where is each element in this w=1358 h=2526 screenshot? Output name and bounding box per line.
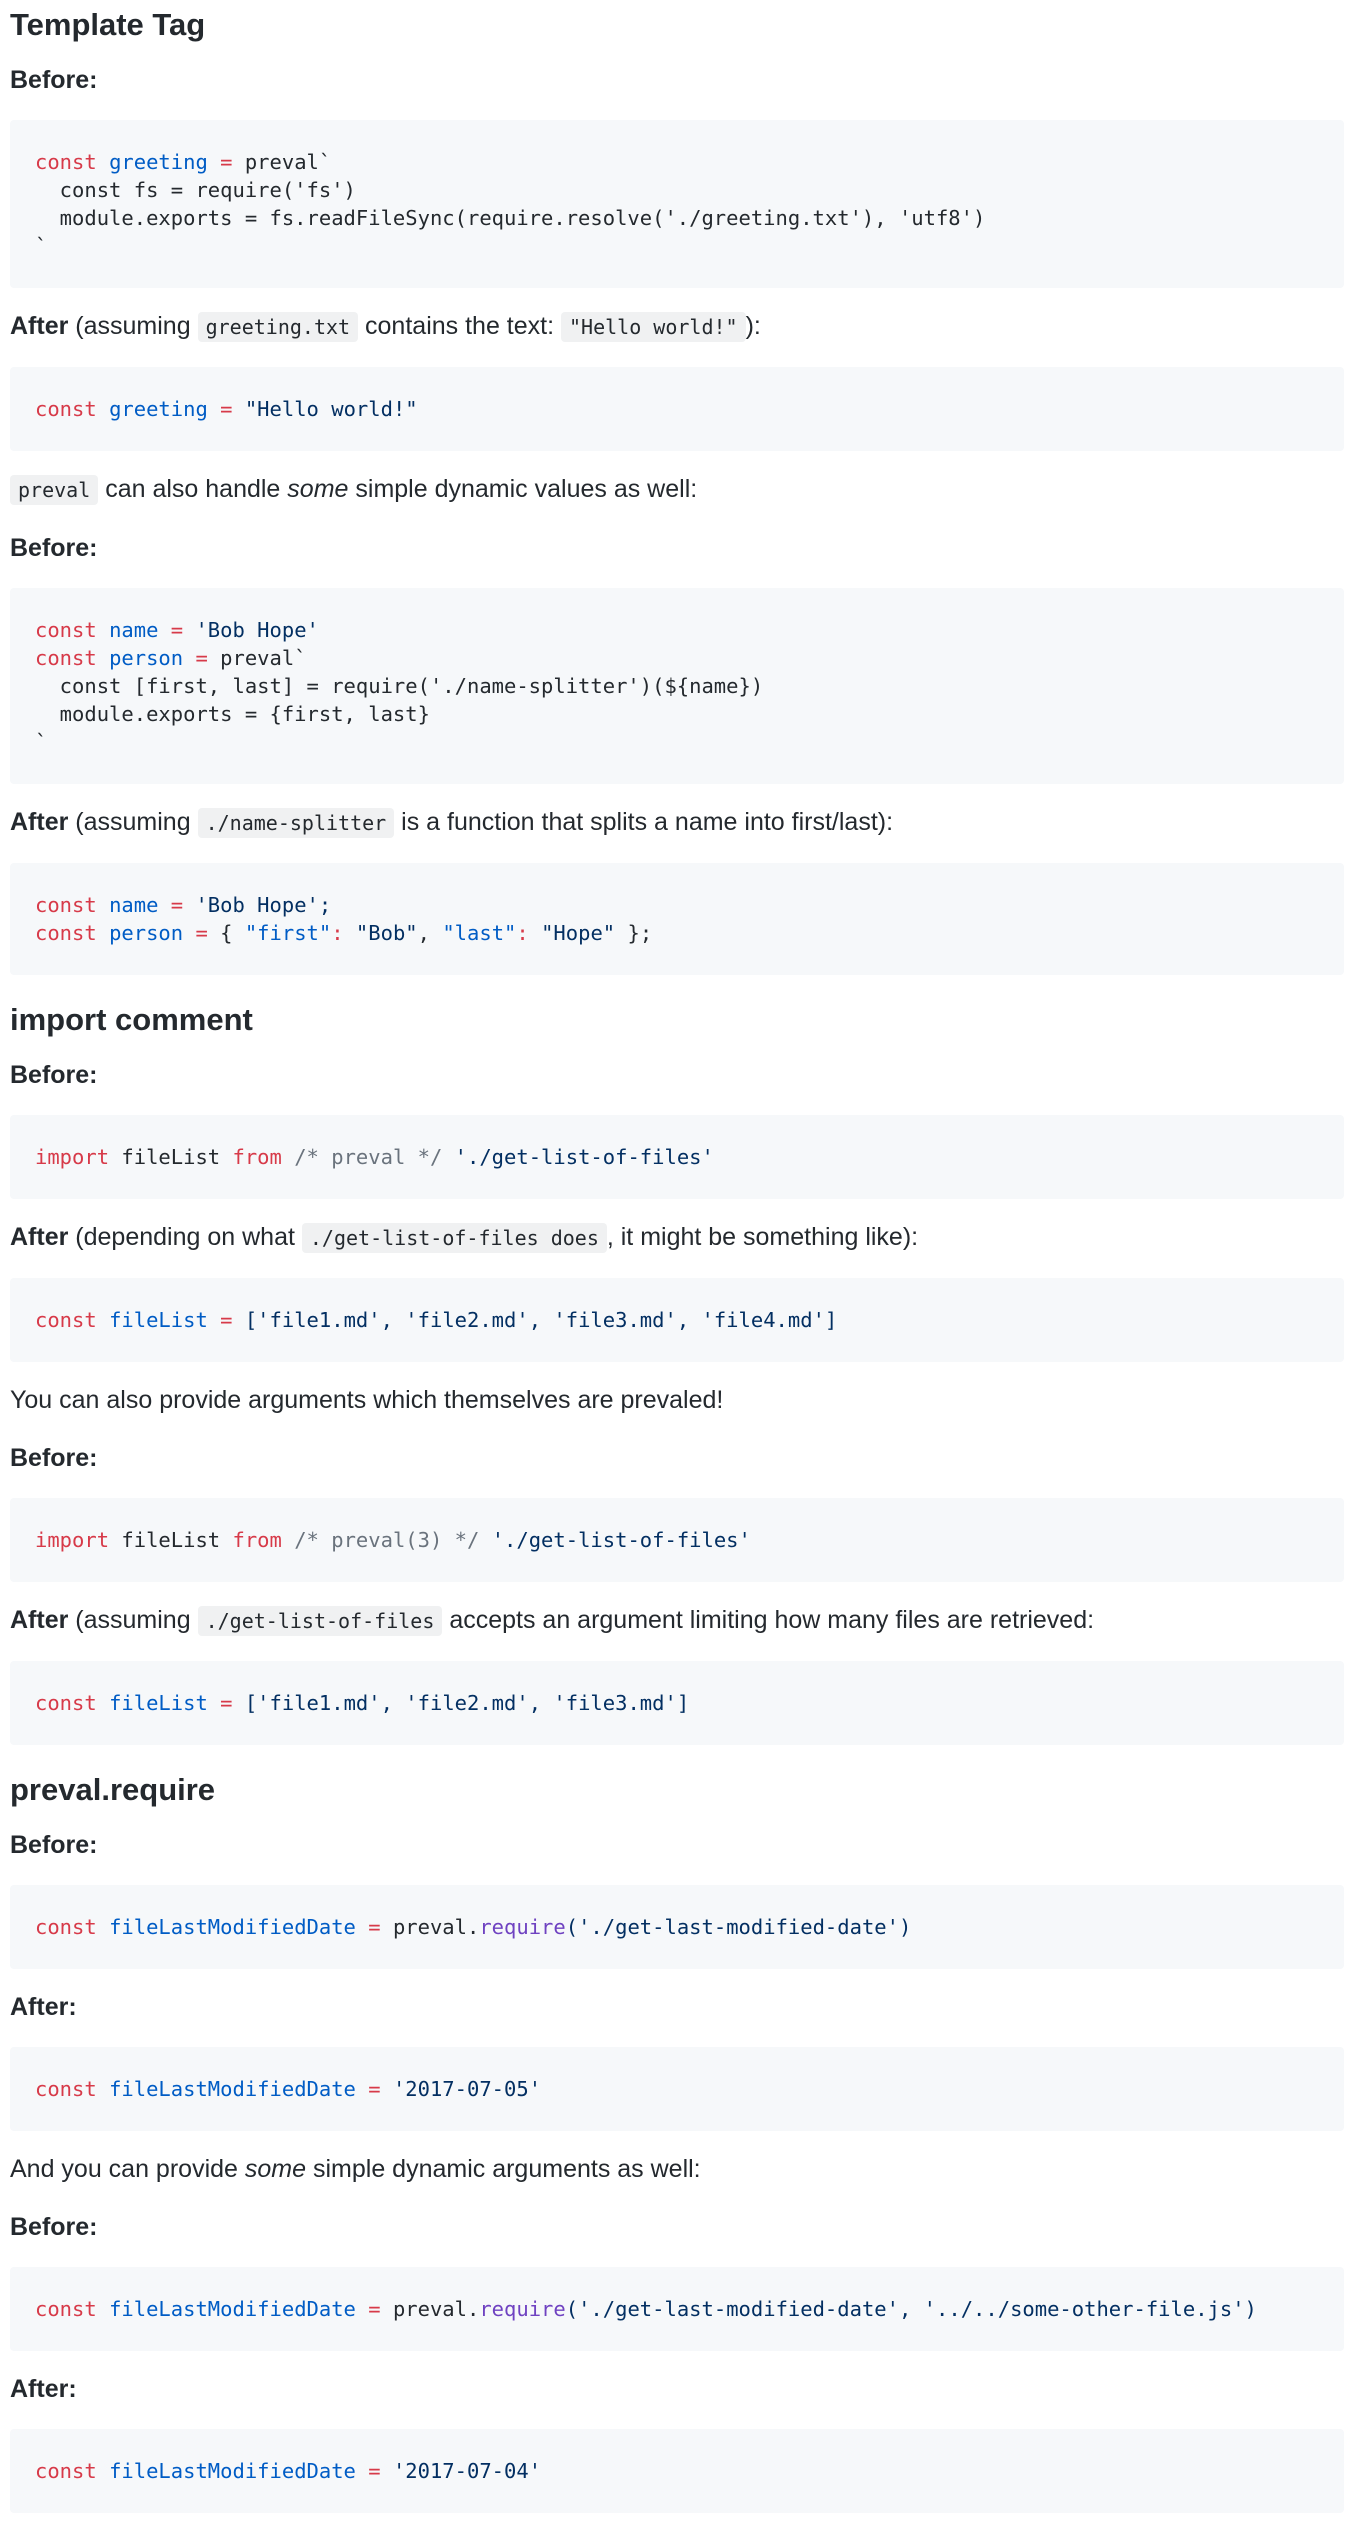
heading-template-tag: Template Tag [10, 7, 206, 42]
after-paragraph: After (depending on what ./get-list-of-f… [10, 1223, 919, 1253]
arguments-paragraph: You can also provide arguments which the… [10, 1386, 724, 1414]
after-paragraph: After (assuming ./name-splitter is a fun… [10, 808, 894, 838]
before-label: Before: [10, 1831, 98, 1859]
before-label: Before: [10, 534, 98, 562]
code-block: const fileList = ['file1.md', 'file2.md'… [10, 1278, 1344, 1362]
code-block: const name = 'Bob Hope'; const person = … [10, 863, 1344, 975]
dynamic-arguments-paragraph: And you can provide some simple dynamic … [10, 2155, 701, 2183]
code-block: const greeting = preval` const fs = requ… [10, 120, 1344, 288]
heading-import-comment: import comment [10, 1002, 253, 1037]
inline-code: ./get-list-of-files does [301, 1223, 607, 1253]
code-block: const fileList = ['file1.md', 'file2.md'… [10, 1661, 1344, 1745]
after-label: After: [10, 1993, 77, 2021]
code-block: const fileLastModifiedDate = preval.requ… [10, 2267, 1344, 2351]
inline-code: preval [10, 475, 99, 505]
code-block: const name = 'Bob Hope' const person = p… [10, 588, 1344, 784]
code-block: import fileList from /* preval(3) */ './… [10, 1498, 1344, 1582]
before-label: Before: [10, 1061, 98, 1089]
inline-code: ./name-splitter [197, 808, 395, 838]
dynamic-values-paragraph: preval can also handle some simple dynam… [10, 471, 1344, 508]
code-block: const fileLastModifiedDate = '2017-07-04… [10, 2429, 1344, 2513]
before-label: Before: [10, 66, 98, 94]
before-label: Before: [10, 2213, 98, 2241]
after-label: After: [10, 2375, 77, 2403]
code-block: const fileLastModifiedDate = '2017-07-05… [10, 2047, 1344, 2131]
inline-code: ./get-list-of-files [197, 1606, 443, 1636]
heading-preval-require: preval.require [10, 1772, 216, 1807]
document: Template Tag Before: const greeting = pr… [0, 0, 1358, 2513]
code-block: const greeting = "Hello world!" [10, 367, 1344, 451]
inline-code: greeting.txt [197, 312, 359, 342]
after-paragraph: After (assuming greeting.txt contains th… [10, 312, 761, 342]
after-paragraph: After (assuming ./get-list-of-files acce… [10, 1606, 1095, 1636]
before-label: Before: [10, 1444, 98, 1472]
code-block: import fileList from /* preval */ './get… [10, 1115, 1344, 1199]
inline-code: "Hello world!" [561, 312, 746, 342]
code-block: const fileLastModifiedDate = preval.requ… [10, 1885, 1344, 1969]
